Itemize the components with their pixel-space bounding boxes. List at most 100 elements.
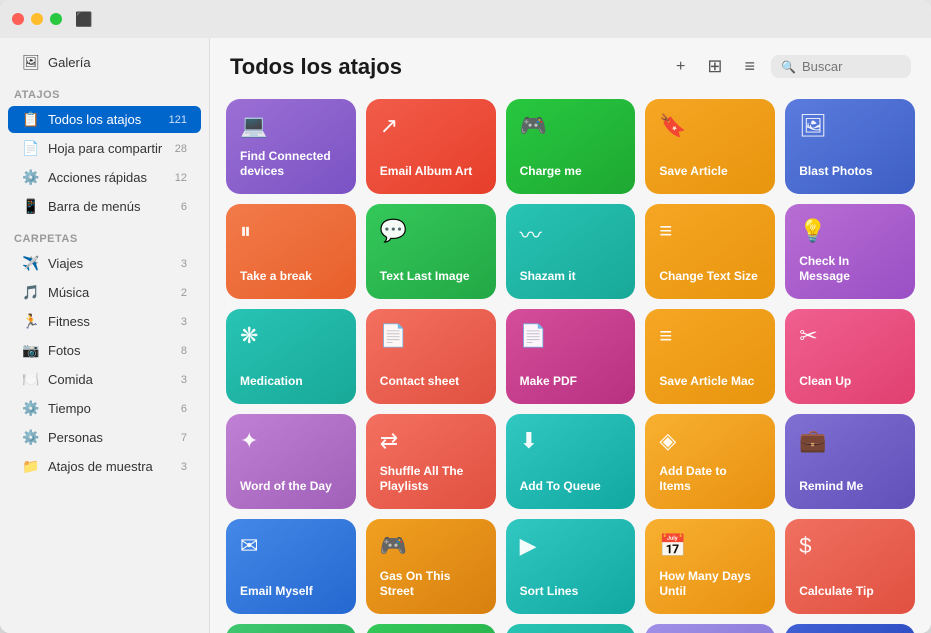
shortcut-word-day[interactable]: ✦ Word of the Day <box>226 414 356 509</box>
checkin-icon: 💡 <box>799 218 901 244</box>
email-myself-icon: ✉ <box>240 533 342 559</box>
sidebar-item-muestra[interactable]: 📁 Atajos de muestra 3 <box>8 453 201 480</box>
shortcut-calculate-tip[interactable]: $ Calculate Tip <box>785 519 915 614</box>
sidebar-item-fotos[interactable]: 📷 Fotos 8 <box>8 337 201 364</box>
sidebar-item-all-shortcuts[interactable]: 📋 Todos los atajos 121 <box>8 106 201 133</box>
shortcut-take-break[interactable]: ⏸ Take a break <box>226 204 356 299</box>
shortcut-checkin[interactable]: 💡 Check In Message <box>785 204 915 299</box>
tiempo-badge: 6 <box>181 403 187 415</box>
shortcut-save-article-mac[interactable]: ≡ Save Article Mac <box>645 309 775 404</box>
all-shortcuts-icon: 📋 <box>22 111 40 128</box>
fotos-icon: 📷 <box>22 342 40 359</box>
take-break-icon: ⏸ <box>240 218 342 244</box>
maximize-button[interactable] <box>50 13 62 25</box>
shortcut-location-mother[interactable]: 🌿 Location to Mother <box>506 624 636 633</box>
email-album-icon: ↗ <box>380 113 482 139</box>
search-icon: 🔍 <box>781 60 796 74</box>
comida-label: Comida <box>48 372 173 387</box>
sidebar-item-gallery[interactable]: 🖼 Galería <box>8 49 201 76</box>
sidebar-item-viajes[interactable]: ✈️ Viajes 3 <box>8 250 201 277</box>
viajes-label: Viajes <box>48 256 173 271</box>
shortcut-save-article[interactable]: 🔖 Save Article <box>645 99 775 194</box>
contact-sheet-label: Contact sheet <box>380 374 482 390</box>
shortcut-sort-lines[interactable]: ▶ Sort Lines <box>506 519 636 614</box>
find-connected-icon: 💻 <box>240 113 342 139</box>
sidebar-item-comida[interactable]: 🍽️ Comida 3 <box>8 366 201 393</box>
make-pdf-icon: 📄 <box>520 323 622 349</box>
viajes-badge: 3 <box>181 258 187 270</box>
add-queue-label: Add To Queue <box>520 479 622 495</box>
sidebar-item-personas[interactable]: ⚙️ Personas 7 <box>8 424 201 451</box>
shortcut-screenshots[interactable]: ◈ Screenshots <box>366 624 496 633</box>
word-day-icon: ✦ <box>240 428 342 454</box>
search-box: 🔍 <box>771 55 911 78</box>
shortcut-shuffle-playlists[interactable]: ⇄ Shuffle All The Playlists <box>366 414 496 509</box>
shortcut-find-connected[interactable]: 💻 Find Connected devices <box>226 99 356 194</box>
personas-icon: ⚙️ <box>22 429 40 446</box>
remind-me-icon: 💼 <box>799 428 901 454</box>
list-view-button[interactable]: ≡ <box>738 52 761 81</box>
add-date-icon: ◈ <box>659 428 761 454</box>
gas-street-label: Gas On This Street <box>380 569 482 600</box>
take-break-label: Take a break <box>240 269 342 285</box>
shortcut-text-last[interactable]: 💬 Text Last Image <box>366 204 496 299</box>
grid-view-button[interactable]: ⊞ <box>701 52 728 81</box>
shortcut-add-queue[interactable]: ⬇ Add To Queue <box>506 414 636 509</box>
shortcut-make-pdf[interactable]: 📄 Make PDF <box>506 309 636 404</box>
shortcut-change-text[interactable]: ≡ Change Text Size <box>645 204 775 299</box>
menubar-label: Barra de menús <box>48 199 173 214</box>
blast-photos-icon: 🖼 <box>799 113 901 139</box>
sidebar-item-musica[interactable]: 🎵 Música 2 <box>8 279 201 306</box>
share-sheet-icon: 📄 <box>22 140 40 157</box>
sidebar-item-quick-actions[interactable]: ⚙️ Acciones rápidas 12 <box>8 164 201 191</box>
shortcut-contact-sheet[interactable]: 📄 Contact sheet <box>366 309 496 404</box>
musica-badge: 2 <box>181 287 187 299</box>
gallery-label: Galería <box>48 55 187 70</box>
sidebar-toggle-button[interactable]: ⬛ <box>74 9 94 29</box>
comida-badge: 3 <box>181 374 187 386</box>
calculate-tip-icon: $ <box>799 533 901 559</box>
add-date-label: Add Date to Items <box>659 464 761 495</box>
search-input[interactable] <box>802 59 901 74</box>
sidebar-item-fitness[interactable]: 🏃 Fitness 3 <box>8 308 201 335</box>
tiempo-icon: ⚙️ <box>22 400 40 417</box>
sidebar-item-share-sheet[interactable]: 📄 Hoja para compartir 28 <box>8 135 201 162</box>
shortcut-remind-me[interactable]: 💼 Remind Me <box>785 414 915 509</box>
shortcut-blast-photos[interactable]: 🖼 Blast Photos <box>785 99 915 194</box>
shortcut-gas-street[interactable]: 🎮 Gas On This Street <box>366 519 496 614</box>
save-article-icon: 🔖 <box>659 113 761 139</box>
page-title: Todos los atajos <box>230 54 660 80</box>
email-myself-label: Email Myself <box>240 584 342 600</box>
save-article-mac-label: Save Article Mac <box>659 374 761 390</box>
contact-sheet-icon: 📄 <box>380 323 482 349</box>
shortcut-medication[interactable]: ❋ Medication <box>226 309 356 404</box>
shortcut-infinite-loop[interactable]: ◈ Infinite Loop <box>645 624 775 633</box>
share-sheet-badge: 28 <box>175 143 187 155</box>
muestra-icon: 📁 <box>22 458 40 475</box>
shortcut-charge[interactable]: 🎮 Charge me <box>506 99 636 194</box>
shortcut-clean-up[interactable]: ✂ Clean Up <box>785 309 915 404</box>
quick-actions-badge: 12 <box>175 172 187 184</box>
shortcut-place-eat[interactable]: 🗺 Place To Eat <box>226 624 356 633</box>
change-text-icon: ≡ <box>659 218 761 244</box>
word-day-label: Word of the Day <box>240 479 342 495</box>
shortcut-email-myself[interactable]: ✉ Email Myself <box>226 519 356 614</box>
shortcut-how-many-days[interactable]: 📅 How Many Days Until <box>645 519 775 614</box>
add-queue-icon: ⬇ <box>520 428 622 454</box>
shortcut-email-album[interactable]: ↗ Email Album Art <box>366 99 496 194</box>
shortcut-shazam[interactable]: 〰 Shazam it <box>506 204 636 299</box>
close-button[interactable] <box>12 13 24 25</box>
sidebar-item-tiempo[interactable]: ⚙️ Tiempo 6 <box>8 395 201 422</box>
shazam-label: Shazam it <box>520 269 622 285</box>
shortcut-content-graph[interactable]: ◈ Content Graph <box>785 624 915 633</box>
charge-label: Charge me <box>520 164 622 180</box>
fitness-badge: 3 <box>181 316 187 328</box>
blast-photos-label: Blast Photos <box>799 164 901 180</box>
minimize-button[interactable] <box>31 13 43 25</box>
clean-up-icon: ✂ <box>799 323 901 349</box>
sidebar-item-menubar[interactable]: 📱 Barra de menús 6 <box>8 193 201 220</box>
add-shortcut-button[interactable]: + <box>670 54 691 80</box>
shortcut-add-date[interactable]: ◈ Add Date to Items <box>645 414 775 509</box>
fotos-badge: 8 <box>181 345 187 357</box>
shortcuts-grid: 💻 Find Connected devices ↗ Email Album A… <box>210 91 931 633</box>
